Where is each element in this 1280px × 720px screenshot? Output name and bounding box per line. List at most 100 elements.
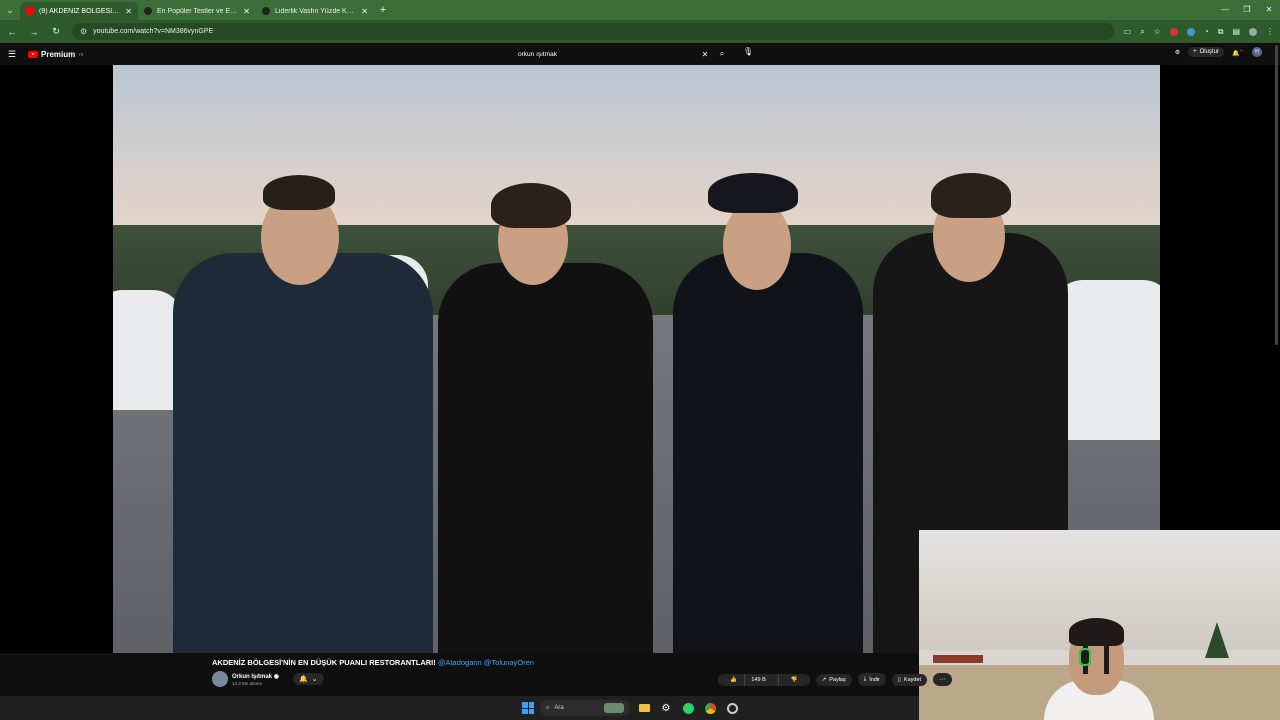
browser-menu-icon[interactable]: ⋮: [1266, 27, 1274, 36]
forward-icon[interactable]: →: [28, 27, 40, 37]
address-toolbar: ← → ↻ ⚙ youtube.com/watch?v=NM386vynGPE …: [0, 20, 1280, 43]
extension-icon[interactable]: [1186, 27, 1195, 36]
save-button[interactable]: ▯ Kaydet: [891, 673, 928, 686]
microphone-icon[interactable]: 🎙: [743, 47, 753, 56]
logo-text: Premium: [41, 49, 76, 59]
channel-avatar[interactable]: [212, 671, 228, 687]
extension-icon[interactable]: [1169, 27, 1178, 36]
headset-earcup: [1079, 648, 1091, 666]
window-controls: — ❐ ✕: [1214, 0, 1280, 20]
save-label: Kaydet: [903, 676, 922, 683]
channel-text: Orkun Işıtmak ◉ 12,3 Mn abone: [232, 673, 279, 686]
share-icon: ↗: [821, 676, 827, 683]
zoom-icon[interactable]: ⌕: [1140, 27, 1144, 37]
download-button[interactable]: ⤓ İndir: [857, 673, 886, 686]
hamburger-menu-icon[interactable]: ☰: [8, 49, 22, 60]
close-tab-icon[interactable]: ✕: [361, 7, 368, 16]
url-bar[interactable]: ⚙ youtube.com/watch?v=NM386vynGPE: [72, 23, 1114, 40]
cast-icon[interactable]: ⚙: [1175, 49, 1180, 56]
back-icon[interactable]: ←: [6, 27, 18, 37]
video-person-hair: [931, 173, 1011, 218]
subscriber-count: 12,3 Mn abone: [232, 680, 263, 686]
file-explorer-icon[interactable]: [636, 700, 652, 716]
reload-icon[interactable]: ↻: [50, 26, 62, 37]
video-actions: 👍 149 B 👎 ↗ Paylaş ⤓ İndir ▯ Kaydet ···: [718, 673, 953, 686]
video-title-mentions[interactable]: @Atadogann @TolunayOren: [438, 658, 534, 667]
restore-icon[interactable]: ❐: [1236, 0, 1258, 20]
like-dislike-group: 👍 149 B 👎: [718, 673, 810, 686]
settings-gear-icon[interactable]: ⚙: [658, 700, 674, 716]
subscription-bell-button[interactable]: 🔔 ⌄: [292, 673, 324, 685]
taskbar-search-placeholder: Ara: [554, 705, 564, 711]
channel-name-text: Orkun Işıtmak: [232, 673, 273, 680]
tab-title: En Popüler Testler ve Eğlenceli: [157, 7, 239, 15]
tab-search-icon[interactable]: ⌄: [0, 0, 20, 20]
youtube-logo[interactable]: Premium TR: [28, 50, 84, 59]
video-cap: [708, 173, 798, 213]
channel-name[interactable]: Orkun Işıtmak ◉: [232, 673, 279, 680]
obs-recording-icon[interactable]: [724, 700, 740, 716]
tab-youtube[interactable]: (9) AKDENİZ BÖLGESİ'NİN EN D ✕: [20, 2, 138, 20]
video-info: AKDENİZ BÖLGESİ'NİN EN DÜŞÜK PUANLI REST…: [0, 653, 953, 696]
dislike-button[interactable]: 👎: [777, 673, 810, 686]
chrome-icon[interactable]: [702, 700, 718, 716]
new-tab-button[interactable]: +: [374, 4, 392, 16]
extension-icon[interactable]: ◔: [1204, 27, 1209, 36]
sidebar-icon[interactable]: ▤: [1232, 27, 1240, 36]
video-person: [173, 253, 433, 653]
verified-icon: ◉: [273, 673, 279, 680]
more-actions-button[interactable]: ···: [933, 673, 953, 686]
url-text: youtube.com/watch?v=NM386vynGPE: [93, 28, 214, 35]
download-label: İndir: [869, 676, 880, 683]
create-label: Oluştur: [1199, 49, 1219, 55]
site-info-icon[interactable]: ⚙: [80, 27, 87, 36]
extensions-puzzle-icon[interactable]: ⧉: [1218, 27, 1224, 37]
minimize-icon[interactable]: —: [1214, 0, 1236, 20]
youtube-play-icon: [28, 50, 38, 58]
video-car: [1053, 280, 1160, 440]
search-highlight-image: [604, 703, 624, 713]
bookmark-star-icon[interactable]: ☆: [1154, 27, 1161, 36]
search-icon[interactable]: ⌕: [712, 49, 732, 59]
like-count: 149 B: [744, 673, 772, 686]
more-icon: ···: [939, 676, 947, 683]
clear-search-icon[interactable]: ✕: [698, 50, 712, 59]
header-actions: ⚙ + Oluştur 🔔9+ H: [1175, 47, 1262, 57]
thumbs-down-icon: 👎: [790, 676, 798, 683]
thumbs-up-icon: 👍: [730, 676, 737, 683]
close-tab-icon[interactable]: ✕: [125, 7, 132, 16]
profile-icon[interactable]: [1249, 27, 1257, 36]
search-box[interactable]: orkun ışıtmak ✕ ⌕: [512, 47, 732, 61]
search-input[interactable]: orkun ışıtmak: [512, 51, 698, 58]
share-label: Paylaş: [829, 676, 846, 683]
avatar-letter: H: [1255, 49, 1259, 55]
tab-leadership[interactable]: Liderlik Vasfın Yüzde Kaç? - On ✕: [256, 2, 374, 20]
create-button[interactable]: + Oluştur: [1188, 47, 1224, 57]
tab-tests[interactable]: En Popüler Testler ve Eğlenceli ✕: [138, 2, 256, 20]
youtube-favicon-icon: [26, 7, 34, 15]
account-avatar[interactable]: H: [1252, 47, 1262, 57]
notification-count: 9+: [1239, 47, 1244, 53]
p-favicon-icon: [262, 7, 270, 15]
share-button[interactable]: ↗ Paylaş: [815, 673, 852, 686]
whatsapp-icon[interactable]: [680, 700, 696, 716]
video-person-hair: [263, 175, 335, 210]
video-person: [673, 253, 863, 653]
like-button[interactable]: 👍 149 B: [718, 673, 778, 686]
video-person: [438, 263, 653, 653]
channel-row: Orkun Işıtmak ◉ 12,3 Mn abone 🔔 ⌄: [212, 671, 324, 687]
windows-taskbar: ⌕ Ara ⚙: [0, 696, 919, 720]
close-window-icon[interactable]: ✕: [1258, 0, 1280, 20]
windows-start-icon[interactable]: [522, 702, 534, 714]
page-scrollbar[interactable]: [1275, 45, 1278, 345]
video-title: AKDENİZ BÖLGESİ'NİN EN DÜŞÜK PUANLI REST…: [212, 658, 534, 667]
bell-icon: 🔔: [298, 676, 308, 683]
taskbar-search[interactable]: ⌕ Ara: [540, 700, 630, 716]
cast-icon[interactable]: ▭: [1124, 27, 1132, 36]
close-tab-icon[interactable]: ✕: [243, 7, 250, 16]
toolbar-icons: ▭ ⌕ ☆ ◔ ⧉ ▤ ⋮: [1124, 27, 1274, 37]
logo-country: TR: [78, 51, 84, 57]
notifications-icon[interactable]: 🔔9+: [1232, 48, 1244, 57]
webcam-overlay: [919, 530, 1280, 720]
browser-tabbar: ⌄ (9) AKDENİZ BÖLGESİ'NİN EN D ✕ En Popü…: [0, 0, 1280, 20]
